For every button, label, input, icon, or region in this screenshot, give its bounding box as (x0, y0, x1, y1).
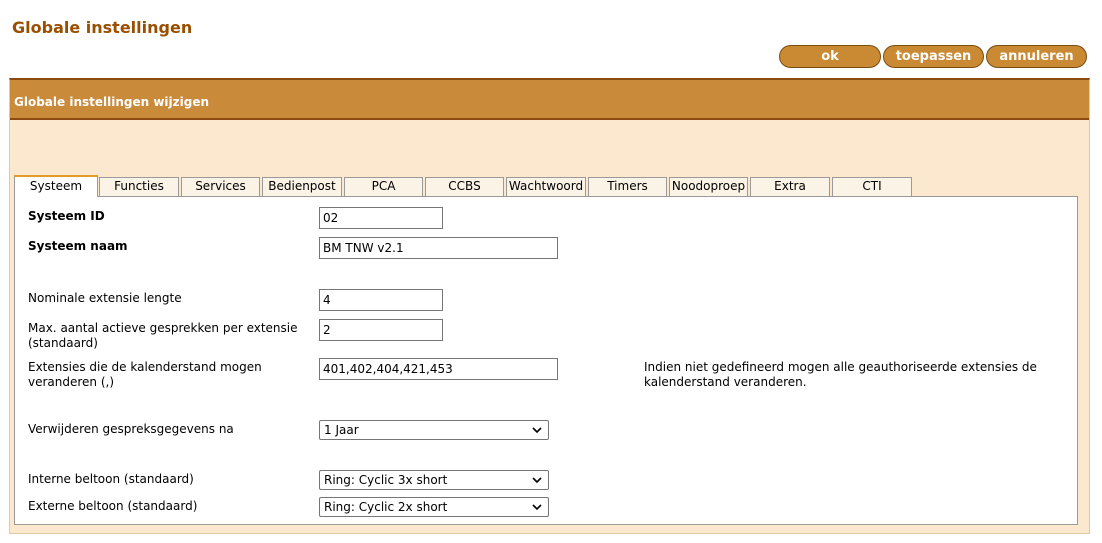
max-calls-label: Max. aantal actieve gesprekken per exten… (28, 321, 298, 350)
tab-functies[interactable]: Functies (99, 177, 179, 196)
delete-records-select[interactable]: 1 Jaar (319, 420, 549, 440)
calendar-ext-input[interactable]: 401,402,404,421,453 (319, 358, 558, 380)
tab-timers[interactable]: Timers (588, 177, 667, 196)
ext-length-input[interactable]: 4 (319, 289, 443, 311)
tab-content-systeem: Systeem ID 02 Systeem naam BM TNW v2.1 N… (14, 196, 1078, 525)
calendar-ext-label: Extensies die de kalenderstand mogen ver… (28, 360, 262, 389)
tab-bedienpost[interactable]: Bedienpost (262, 177, 342, 196)
ok-button[interactable]: ok (779, 45, 881, 68)
system-name-input[interactable]: BM TNW v2.1 (319, 237, 558, 259)
internal-ring-value: Ring: Cyclic 3x short (324, 473, 448, 487)
external-ring-select[interactable]: Ring: Cyclic 2x short (319, 497, 549, 517)
chevron-down-icon (532, 427, 542, 434)
cancel-button[interactable]: annuleren (986, 45, 1087, 68)
tab-pca[interactable]: PCA (344, 177, 423, 196)
external-ring-label: Externe beltoon (standaard) (28, 499, 198, 513)
chevron-down-icon (532, 477, 542, 484)
internal-ring-select[interactable]: Ring: Cyclic 3x short (319, 470, 549, 490)
system-name-label: Systeem naam (28, 239, 128, 253)
panel-header: Globale instellingen wijzigen (10, 80, 1089, 120)
calendar-ext-note: Indien niet gedefineerd mogen alle geaut… (644, 360, 1037, 389)
tab-noodoproep[interactable]: Noodoproep (669, 177, 748, 196)
panel-header-title: Globale instellingen wijzigen (14, 95, 210, 109)
tab-systeem[interactable]: Systeem (14, 175, 98, 197)
system-id-input[interactable]: 02 (319, 207, 443, 229)
max-calls-input[interactable]: 2 (319, 319, 443, 341)
delete-records-label: Verwijderen gespreksgegevens na (28, 422, 234, 436)
external-ring-value: Ring: Cyclic 2x short (324, 500, 448, 514)
page-title: Globale instellingen (12, 18, 193, 37)
tab-cti[interactable]: CTI (832, 177, 912, 196)
tab-wachtwoord[interactable]: Wachtwoord (506, 177, 586, 196)
system-id-label: Systeem ID (28, 209, 105, 223)
tab-ccbs[interactable]: CCBS (425, 177, 504, 196)
delete-records-value: 1 Jaar (324, 423, 359, 437)
tab-services[interactable]: Services (181, 177, 260, 196)
internal-ring-label: Interne beltoon (standaard) (28, 472, 194, 486)
apply-button[interactable]: toepassen (883, 45, 984, 68)
tab-extra[interactable]: Extra (750, 177, 830, 196)
chevron-down-icon (532, 504, 542, 511)
ext-length-label: Nominale extensie lengte (28, 291, 182, 305)
settings-panel: Globale instellingen wijzigen Systeem Fu… (9, 78, 1090, 534)
